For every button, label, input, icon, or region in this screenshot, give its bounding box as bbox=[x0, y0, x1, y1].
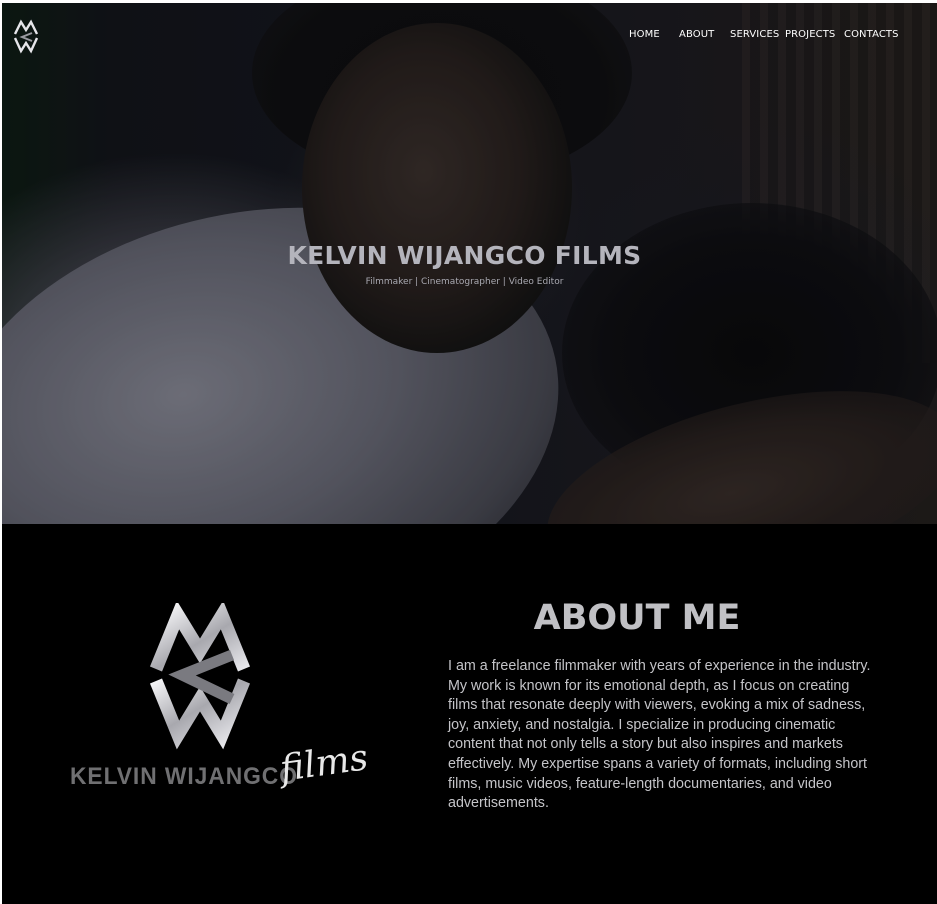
hero-title: KELVIN WIJANGCO FILMS bbox=[287, 241, 642, 270]
page: HOME ABOUT SERVICES PROJECTS CONTACTS KE… bbox=[2, 3, 937, 904]
nav-home[interactable]: HOME bbox=[629, 29, 660, 40]
nav-projects[interactable]: PROJECTS bbox=[785, 29, 835, 40]
brand-name: KELVIN WIJANGCO bbox=[70, 763, 298, 790]
hero-section: HOME ABOUT SERVICES PROJECTS CONTACTS KE… bbox=[2, 3, 937, 524]
nav-services[interactable]: SERVICES bbox=[730, 29, 779, 40]
hero-subtitle: Filmmaker | Cinematographer | Video Edit… bbox=[365, 277, 564, 287]
about-title: ABOUT ME bbox=[533, 598, 741, 638]
nav-about[interactable]: ABOUT bbox=[679, 29, 714, 40]
main-nav: HOME ABOUT SERVICES PROJECTS CONTACTS bbox=[2, 29, 937, 43]
nav-contacts[interactable]: CONTACTS bbox=[844, 29, 899, 40]
about-body: I am a freelance filmmaker with years of… bbox=[448, 658, 871, 812]
